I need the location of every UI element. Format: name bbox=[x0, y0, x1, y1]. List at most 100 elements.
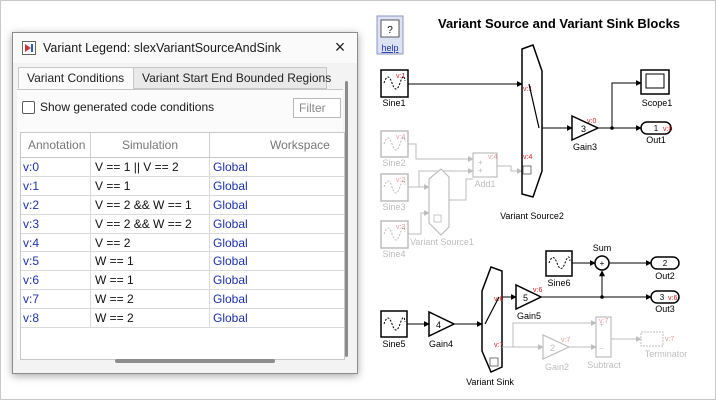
close-icon[interactable]: × bbox=[331, 38, 349, 56]
workspace-cell: Global bbox=[213, 197, 248, 212]
workspace-cell: Global bbox=[213, 178, 248, 193]
table-row[interactable]: v:5 W == 1 Global bbox=[21, 252, 344, 272]
svg-text:+: + bbox=[478, 166, 483, 175]
out1-label: Out1 bbox=[646, 135, 666, 145]
sine4-block[interactable]: v:3 Sine4 bbox=[380, 220, 409, 259]
sine6-label: Sine6 bbox=[547, 278, 570, 288]
table-row[interactable]: v:1 V == 1 Global bbox=[21, 176, 344, 196]
show-generated-code-checkbox[interactable] bbox=[22, 101, 35, 114]
dialog-title: Variant Legend: slexVariantSourceAndSink bbox=[43, 41, 281, 55]
sine6-block[interactable]: Sine6 bbox=[545, 250, 573, 288]
add1-block[interactable]: + + v:4 Add1 bbox=[472, 152, 498, 189]
sine2-label: Sine2 bbox=[382, 158, 405, 168]
variant-source2-label: Variant Source2 bbox=[500, 211, 564, 221]
out3-block[interactable]: 3 v:6 Out3 bbox=[650, 290, 680, 314]
simulation-cell: V == 2 bbox=[91, 233, 210, 252]
out3-annotation: v:6 bbox=[668, 295, 677, 302]
gain5-block[interactable]: 5 v:6 Gain5 bbox=[515, 283, 543, 321]
sine4-annotation: v:3 bbox=[396, 224, 405, 231]
table-row[interactable]: v:2 V == 2 && W == 1 Global bbox=[21, 195, 344, 215]
table-row[interactable]: v:7 W == 2 Global bbox=[21, 290, 344, 310]
scope1-block[interactable]: Scope1 bbox=[640, 69, 673, 108]
table-row[interactable]: v:4 V == 2 Global bbox=[21, 233, 344, 253]
sum-block[interactable]: + Sum bbox=[593, 243, 612, 271]
sine1-block[interactable]: v:1 Sine1 bbox=[380, 69, 409, 108]
gain4-block[interactable]: 4 Gain4 bbox=[428, 310, 456, 349]
table-row[interactable]: v:0 V == 1 || V == 2 Global bbox=[21, 158, 344, 177]
gain2-annotation: v:7 bbox=[561, 337, 570, 344]
annotation-cell: v:3 bbox=[21, 214, 91, 233]
annotation-cell: v:0 bbox=[21, 158, 91, 176]
sine3-label: Sine3 bbox=[382, 202, 405, 212]
add1-annotation: v:4 bbox=[488, 154, 497, 161]
sine2-block[interactable]: v:4 Sine2 bbox=[380, 130, 409, 168]
sine4-label: Sine4 bbox=[382, 249, 405, 259]
vs2-in2-annotation: v:4 bbox=[523, 154, 532, 161]
scope-screen-icon bbox=[645, 73, 665, 89]
subtract-block[interactable]: + − v:7 Subtract bbox=[587, 316, 621, 370]
column-header-annotation[interactable]: Annotation bbox=[21, 133, 91, 157]
variant-source2-block[interactable]: v:1 v:4 Variant Source2 bbox=[500, 44, 564, 221]
out2-label: Out2 bbox=[655, 271, 675, 281]
add1-label: Add1 bbox=[474, 179, 495, 189]
sine5-block[interactable]: Sine5 bbox=[380, 310, 408, 349]
svg-text:+: + bbox=[600, 259, 605, 268]
annotation-cell: v:8 bbox=[21, 309, 91, 328]
gain4-label: Gain4 bbox=[429, 339, 453, 349]
gain2-block[interactable]: 2 v:7 Gain2 bbox=[542, 334, 570, 372]
subtract-annotation: v:7 bbox=[599, 318, 608, 325]
out2-port: 2 bbox=[663, 259, 668, 268]
sine1-label: Sine1 bbox=[382, 98, 405, 108]
sine3-block[interactable]: v:2 Sine3 bbox=[380, 173, 409, 212]
variant-legend-app-icon bbox=[22, 41, 36, 55]
gain3-to-scope-line bbox=[611, 80, 642, 128]
variant-sink-block[interactable]: v:6 v:7 Variant Sink bbox=[466, 266, 514, 387]
vsink-out2-annotation: v:7 bbox=[494, 342, 503, 349]
column-header-workspace[interactable]: Workspace bbox=[210, 133, 344, 157]
scope1-label: Scope1 bbox=[642, 98, 673, 108]
gain3-block[interactable]: 3 v:0 Gain3 bbox=[571, 114, 600, 152]
workspace-cell: Global bbox=[213, 254, 248, 269]
terminator-label: Terminator bbox=[645, 349, 688, 359]
out1-annotation: v:0 bbox=[663, 126, 672, 133]
simulation-cell: W == 2 bbox=[91, 309, 210, 328]
gain5-label: Gain5 bbox=[517, 311, 541, 321]
gain2-label: Gain2 bbox=[545, 362, 569, 372]
sine3-annotation: v:2 bbox=[396, 177, 405, 184]
out1-block[interactable]: 1 v:0 Out1 bbox=[640, 121, 672, 145]
tab-variant-conditions[interactable]: Variant Conditions bbox=[18, 67, 134, 89]
workspace-cell: Global bbox=[213, 273, 248, 288]
out3-port: 3 bbox=[660, 293, 665, 302]
variant-source1-label: Variant Source1 bbox=[410, 237, 474, 247]
gain4-value: 4 bbox=[436, 320, 441, 330]
column-header-simulation[interactable]: Simulation bbox=[91, 133, 210, 157]
out3-label: Out3 bbox=[655, 304, 675, 314]
filter-input[interactable] bbox=[293, 98, 341, 118]
variant-source1-block[interactable]: Variant Source1 bbox=[410, 168, 474, 247]
table-row[interactable]: v:6 W == 1 Global bbox=[21, 271, 344, 291]
sum-label: Sum bbox=[593, 243, 612, 253]
tab-variant-start-end-bounded-regions[interactable]: Variant Start End Bounded Regions bbox=[133, 67, 331, 89]
horizontal-scrollbar[interactable] bbox=[115, 359, 275, 363]
gain2-value: 2 bbox=[550, 343, 555, 353]
svg-text:−: − bbox=[599, 344, 604, 353]
annotation-cell: v:2 bbox=[21, 195, 91, 214]
gain3-annotation: v:0 bbox=[587, 118, 596, 125]
show-generated-code-label[interactable]: Show generated code conditions bbox=[40, 100, 214, 114]
table-row[interactable]: v:8 W == 2 Global bbox=[21, 309, 344, 329]
vertical-scrollbar[interactable] bbox=[344, 81, 349, 357]
vertical-scrollbar-thumb[interactable] bbox=[345, 81, 348, 357]
help-link[interactable]: help bbox=[381, 43, 398, 53]
annotation-cell: v:7 bbox=[21, 290, 91, 309]
sine1-annotation: v:1 bbox=[396, 73, 405, 80]
table-row[interactable]: v:3 V == 2 && W == 2 Global bbox=[21, 214, 344, 234]
model-title: Variant Source and Variant Sink Blocks bbox=[438, 16, 680, 31]
sine2-annotation: v:4 bbox=[396, 134, 405, 141]
terminator-block[interactable]: v:7 Terminator bbox=[640, 331, 688, 359]
workspace-cell: Global bbox=[213, 235, 248, 250]
gain5-value: 5 bbox=[523, 293, 528, 303]
out2-block[interactable]: 2 Out2 bbox=[650, 256, 680, 281]
variant-conditions-panel: Show generated code conditions Annotatio… bbox=[17, 89, 345, 360]
help-block[interactable]: ? help bbox=[376, 15, 404, 55]
dialog-titlebar[interactable]: Variant Legend: slexVariantSourceAndSink… bbox=[13, 33, 357, 63]
